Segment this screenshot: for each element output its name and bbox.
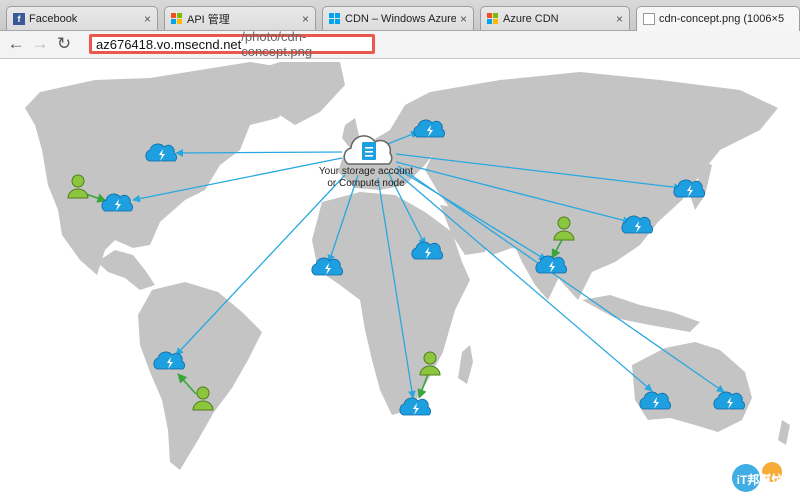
cdn-concept-diagram: Your storage account or Compute node iT邦… bbox=[25, 62, 790, 492]
tab-cdn-concept-png[interactable]: cdn-concept.png (1006×5 bbox=[636, 6, 800, 31]
windows-logo-icon bbox=[171, 12, 183, 25]
close-icon[interactable]: × bbox=[616, 12, 623, 26]
indonesia-landmass bbox=[582, 295, 700, 332]
document-icon bbox=[643, 13, 655, 25]
close-icon[interactable]: × bbox=[302, 12, 309, 26]
new-zealand-landmass bbox=[778, 420, 790, 445]
ithome-watermark: iT邦幫忙 bbox=[732, 462, 783, 492]
tab-title: Azure CDN bbox=[503, 12, 559, 25]
forward-arrow-icon: → bbox=[31, 34, 49, 53]
australia-landmass bbox=[632, 342, 752, 432]
reload-icon: ↻ bbox=[56, 34, 72, 53]
tab-title: API 管理 bbox=[187, 13, 230, 26]
north-america-landmass bbox=[25, 62, 300, 275]
reload-button[interactable]: ↻ bbox=[54, 34, 74, 54]
watermark-text: iT邦幫忙 bbox=[737, 472, 784, 487]
address-bar[interactable]: az676418.vo.msecnd.net/photo/cdn-concept… bbox=[89, 29, 375, 59]
url-path: /photo/cdn-concept.png bbox=[241, 29, 313, 59]
africa-landmass bbox=[312, 192, 470, 415]
asia-landmass bbox=[425, 72, 778, 300]
url-host: az676418.vo.msecnd.net bbox=[96, 36, 242, 52]
tab-title: CDN – Windows Azure bbox=[345, 12, 456, 25]
close-icon[interactable]: × bbox=[144, 12, 151, 26]
tab-azure-cdn[interactable]: Azure CDN × bbox=[480, 6, 630, 30]
back-arrow-icon: ← bbox=[7, 34, 25, 53]
tab-api-management[interactable]: API 管理 × bbox=[164, 6, 316, 30]
back-button[interactable]: ← bbox=[6, 34, 26, 54]
tab-title: Facebook bbox=[29, 12, 78, 25]
facebook-icon: f bbox=[13, 12, 25, 25]
tab-facebook[interactable]: f Facebook × bbox=[6, 6, 158, 30]
south-america-landmass bbox=[138, 282, 262, 470]
tab-title: cdn-concept.png (1006×5 bbox=[659, 13, 785, 25]
madagascar-landmass bbox=[458, 345, 473, 384]
windows-logo-icon bbox=[487, 12, 499, 25]
tab-strip: f Facebook × API 管理 × CDN – Windows Azur… bbox=[0, 0, 800, 31]
central-america-landmass bbox=[97, 250, 155, 290]
tab-cdn-windows-azure[interactable]: CDN – Windows Azure × bbox=[322, 6, 474, 30]
image-viewport: Your storage account or Compute node iT邦… bbox=[0, 59, 800, 500]
origin-label-line1: Your storage account bbox=[319, 166, 413, 177]
windows-logo-icon bbox=[329, 12, 341, 25]
browser-toolbar: ← → ↻ az676418.vo.msecnd.net/photo/cdn-c… bbox=[0, 29, 800, 59]
close-icon[interactable]: × bbox=[460, 12, 467, 26]
origin-label-line2: or Compute node bbox=[327, 178, 405, 189]
forward-button[interactable]: → bbox=[30, 34, 50, 54]
